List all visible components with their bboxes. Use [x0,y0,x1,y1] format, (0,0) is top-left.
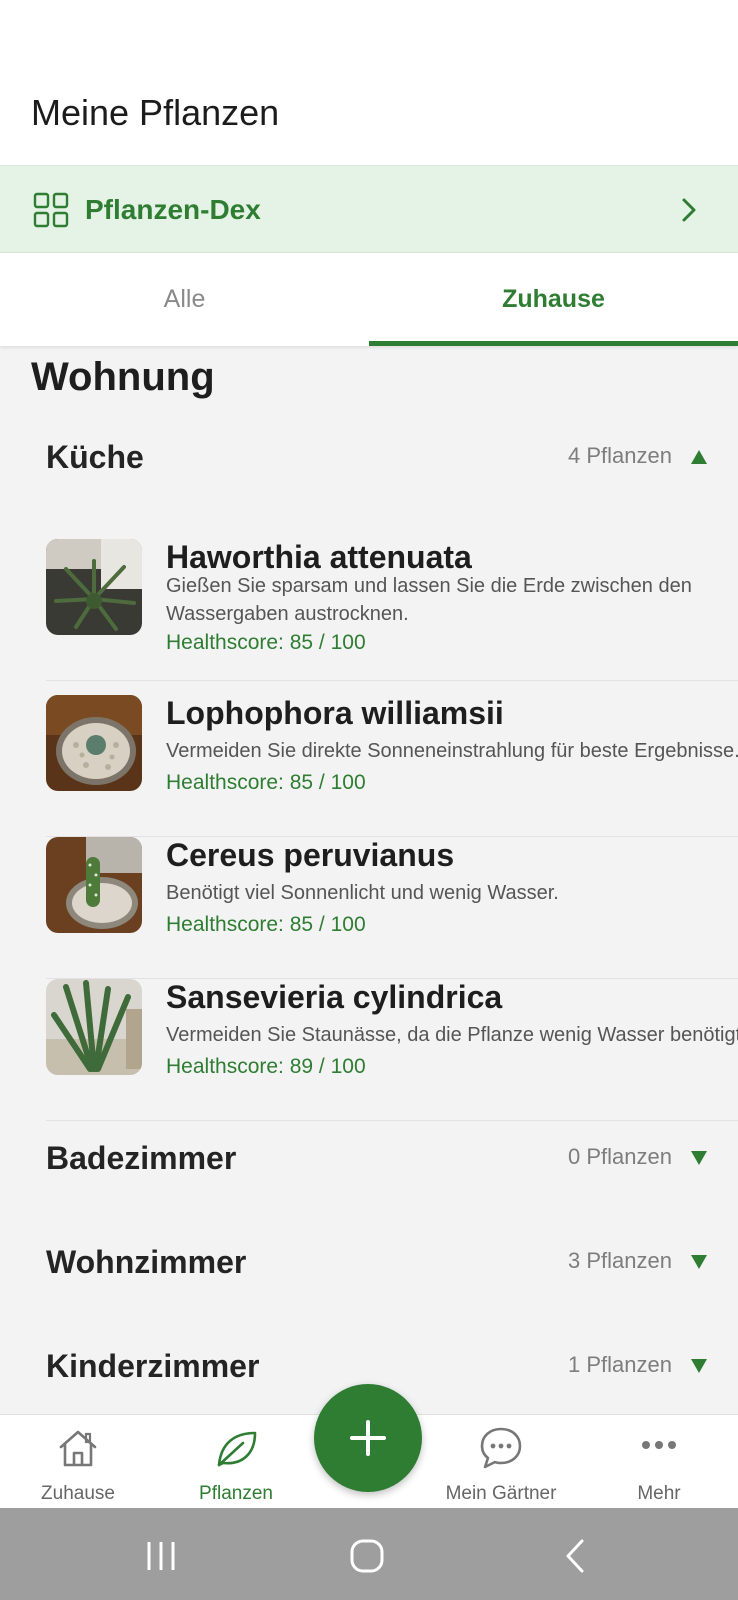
expand-arrow-icon[interactable] [690,1254,708,1270]
room-header-wohnzimmer[interactable]: Wohnzimmer 3 Pflanzen [0,1232,738,1292]
expand-arrow-icon[interactable] [690,1150,708,1166]
plant-list-item[interactable]: Sansevieria cylindrica Vermeiden Sie Sta… [46,979,738,1121]
recent-apps-icon[interactable] [141,1536,181,1576]
room-plant-count: 1 Pflanzen [568,1352,672,1377]
plant-care-tip: Vermeiden Sie Staunässe, da die Pflanze … [166,1024,738,1046]
grid-icon [33,192,69,228]
nav-pflanzen[interactable]: Pflanzen [166,1415,306,1509]
plant-name: Haworthia attenuata [166,539,472,575]
plant-healthscore: Healthscore: 85 / 100 [166,913,366,936]
plant-dex-label: Pflanzen-Dex [85,194,261,225]
active-tab-indicator [369,341,738,346]
page-title: Meine Pflanzen [31,92,280,133]
plant-name: Lophophora williamsii [166,695,504,731]
house-icon [59,1430,97,1467]
plant-list-item[interactable]: Lophophora williamsii Vermeiden Sie dire… [46,695,738,837]
leaf-icon [217,1431,257,1467]
room-name: Kinderzimmer [46,1348,260,1384]
tab-bar: Alle Zuhause [0,253,738,346]
plant-healthscore: Healthscore: 89 / 100 [166,1055,366,1078]
plant-photo [46,837,142,933]
plant-photo [46,695,142,791]
plant-name: Sansevieria cylindrica [166,979,503,1015]
room-name: Badezimmer [46,1140,237,1176]
chat-bubble-icon [480,1427,522,1469]
plant-care-tip: Vermeiden Sie direkte Sonneneinstrahlung… [166,740,738,762]
app-header: Meine Pflanzen [0,0,738,165]
plant-list-item[interactable]: Cereus peruvianus Benötigt viel Sonnenli… [46,837,738,979]
expand-arrow-icon[interactable] [690,1358,708,1374]
plant-care-tip: Gießen Sie sparsam und lassen Sie die Er… [166,575,692,597]
plant-photo [46,979,142,1075]
chevron-right-icon [682,198,696,222]
room-plant-count: 0 Pflanzen [568,1144,672,1169]
nav-label: Mein Gärtner [445,1483,557,1504]
nav-label: Pflanzen [199,1483,273,1504]
plant-care-tip-line2: Wassergaben austrocknen. [166,603,409,625]
collapse-arrow-icon[interactable] [690,449,708,465]
plant-photo [46,539,142,635]
nav-mein-gaertner[interactable]: Mein Gärtner [431,1415,571,1509]
plant-list-item[interactable]: Haworthia attenuata Gießen Sie sparsam u… [46,539,738,681]
back-icon[interactable] [556,1536,596,1576]
room-name: Küche [46,439,144,475]
section-title: Wohnung [31,355,215,399]
room-header-kueche[interactable]: Küche 4 Pflanzen [0,427,738,487]
plant-care-tip: Benötigt viel Sonnenlicht und wenig Wass… [166,882,559,904]
nav-zuhause[interactable]: Zuhause [8,1415,148,1509]
room-header-badezimmer[interactable]: Badezimmer 0 Pflanzen [0,1128,738,1188]
more-dots-icon [642,1441,676,1449]
tab-alle[interactable]: Alle [0,253,369,346]
plant-dex-banner[interactable]: Pflanzen-Dex [0,165,738,253]
plant-healthscore: Healthscore: 85 / 100 [166,631,366,654]
add-plant-button[interactable] [314,1384,422,1492]
room-plant-count: 4 Pflanzen [568,443,672,468]
tab-zuhause[interactable]: Zuhause [369,253,738,346]
nav-label: Mehr [637,1483,681,1504]
room-name: Wohnzimmer [46,1244,247,1280]
plant-healthscore: Healthscore: 85 / 100 [166,771,366,794]
plant-name: Cereus peruvianus [166,837,455,873]
plus-icon [350,1420,386,1456]
room-plant-count: 3 Pflanzen [568,1248,672,1273]
system-navigation-bar [0,1508,738,1600]
home-icon[interactable] [347,1536,387,1576]
nav-label: Zuhause [41,1483,115,1504]
nav-mehr[interactable]: Mehr [589,1415,729,1509]
